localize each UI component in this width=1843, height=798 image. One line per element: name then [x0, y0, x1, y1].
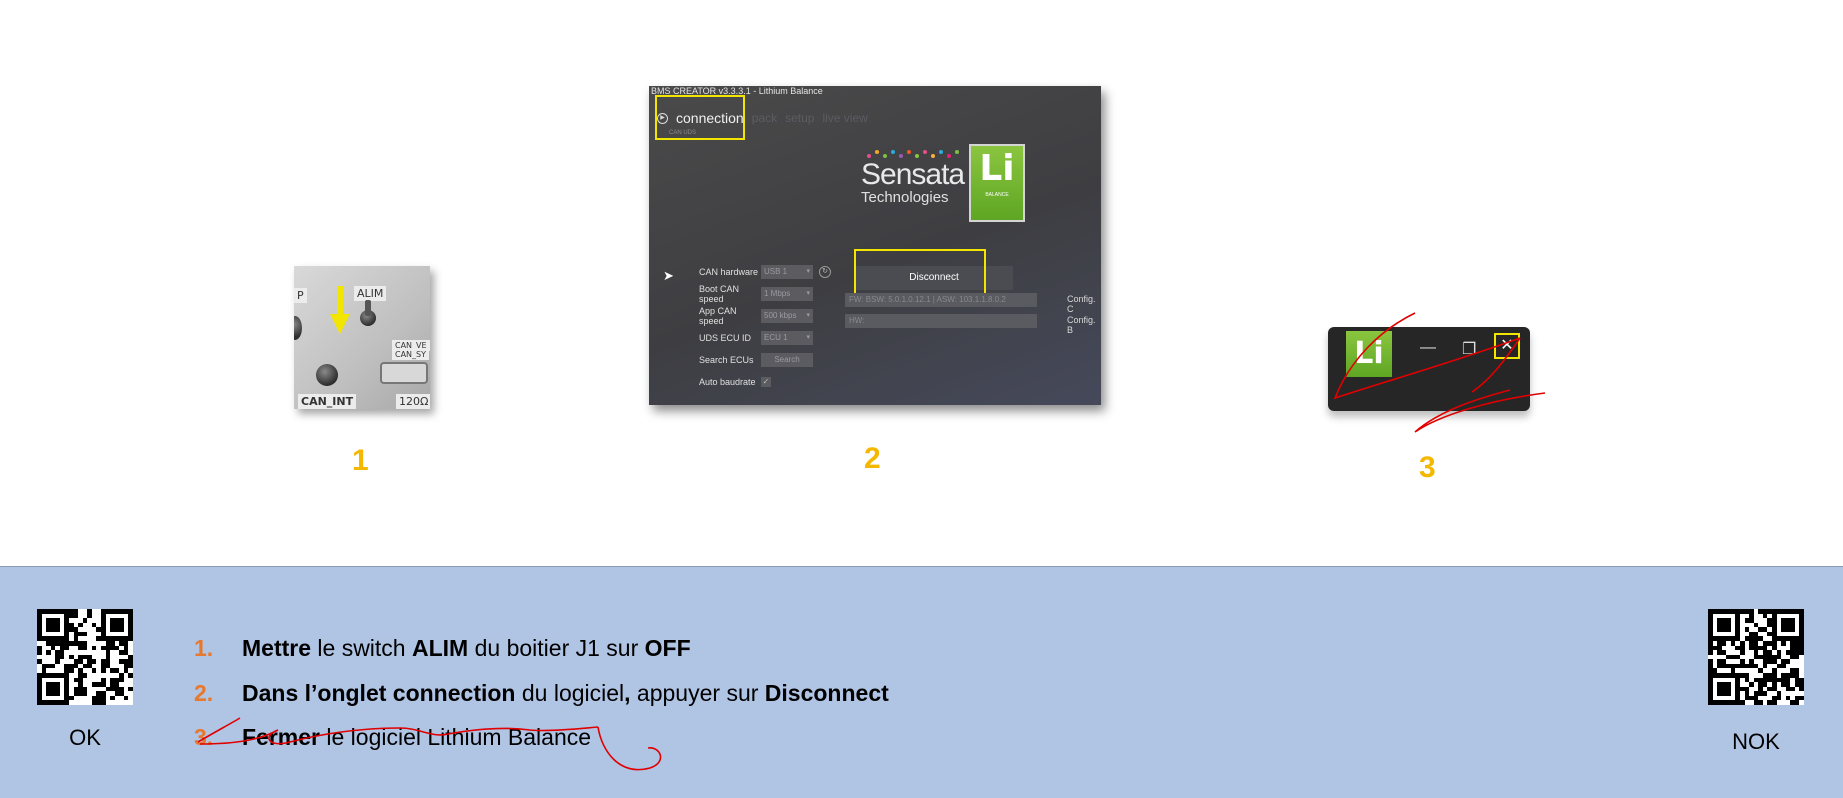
config-label-1: Config. C — [1067, 294, 1096, 314]
connection-highlight-box — [655, 95, 745, 140]
panel-label-can-int: CAN_INT — [298, 394, 357, 409]
form-row-can-hardware: CAN hardware USB 1 ▾ ↻ — [699, 264, 831, 280]
li-app-icon: Li — [1346, 331, 1392, 377]
tab-pack[interactable]: pack — [752, 111, 777, 125]
panel-knob — [316, 364, 338, 386]
uds-ecu-id-select[interactable]: ECU 1 ▾ — [761, 331, 813, 345]
panel-label-alim: ALIM — [354, 286, 387, 301]
app-can-speed-select[interactable]: 500 kbps ▾ — [761, 309, 813, 323]
instruction-2: 2. Dans l’onglet connection du logiciel, … — [194, 680, 889, 706]
photo-switch-panel: P ALIM CAN_VE CAN_SY CAN_INT 120Ω — [294, 266, 430, 409]
photo-window-controls: Li — ❐ ✕ — [1328, 327, 1530, 411]
down-arrow-icon — [330, 286, 350, 334]
toggle-lever — [365, 300, 371, 316]
disconnect-highlight-box — [854, 249, 986, 299]
qr-nok-caption: NOK — [1732, 729, 1780, 754]
tab-live-view[interactable]: live view — [822, 111, 867, 125]
instruction-band: OK 1. Mettre le switch ALIM du boitier J1… — [0, 566, 1843, 798]
step-number-3: 3 — [1419, 451, 1436, 484]
lithium-balance-logo: Li BALANCE — [969, 144, 1025, 222]
form-row-search-ecus: Search ECUs Search — [699, 352, 813, 368]
qr-code-nok[interactable] — [1708, 609, 1804, 705]
dsub-connector — [380, 362, 428, 384]
qr-ok-caption: OK — [69, 725, 101, 750]
search-ecus-button[interactable]: Search — [761, 353, 813, 367]
can-hardware-select[interactable]: USB 1 ▾ — [761, 265, 813, 279]
form-row-auto-baudrate: Auto baudrate ✓ — [699, 377, 771, 387]
auto-baudrate-checkbox[interactable]: ✓ — [761, 377, 771, 387]
sensata-sub-wordmark: Technologies — [861, 189, 949, 206]
qr-module — [1799, 700, 1804, 705]
instruction-1: 1. Mettre le switch ALIM du boitier J1 su… — [194, 635, 691, 661]
photo-software-connection: BMS CREATOR v3.3.3.1 - Lithium Balance ▶… — [649, 86, 1101, 405]
instruction-number: 1. — [194, 635, 214, 661]
instruction-number: 3. — [194, 724, 214, 750]
panel-label-p: P — [294, 288, 307, 303]
instruction-3: 3. Fermer le logiciel Lithium Balance — [194, 724, 592, 750]
instruction-number: 2. — [194, 680, 214, 706]
hw-field: HW: — [845, 314, 1037, 328]
restore-icon[interactable]: ❐ — [1462, 339, 1476, 359]
panel-label-can-sy: CAN_SY — [392, 349, 430, 360]
side-connector — [294, 316, 302, 340]
qr-module — [128, 700, 133, 705]
config-label-2: Config. B — [1067, 315, 1096, 335]
form-row-app-can-speed: App CAN speed 500 kbps ▾ — [699, 306, 813, 326]
sensata-logo: Sensata Technologies — [861, 146, 971, 206]
li-logo-subtext: BALANCE — [985, 192, 1009, 198]
qr-code-ok[interactable] — [37, 609, 133, 705]
li-logo-text: Li — [979, 148, 1015, 189]
mouse-cursor-icon: ➤ — [663, 268, 674, 283]
tab-setup[interactable]: setup — [785, 111, 814, 125]
panel-label-ohm: 120Ω — [396, 394, 430, 409]
step-number-2: 2 — [864, 442, 881, 475]
close-icon[interactable]: ✕ — [1494, 333, 1520, 359]
form-row-uds-ecu-id: UDS ECU ID ECU 1 ▾ — [699, 330, 813, 346]
step-number-1: 1 — [352, 444, 369, 477]
sensata-wordmark: Sensata — [861, 158, 965, 191]
minimize-icon[interactable]: — — [1420, 339, 1436, 357]
form-row-boot-can-speed: Boot CAN speed 1 Mbps ▾ — [699, 284, 813, 304]
fw-field: FW: BSW: 5.0.1.0.12.1 | ASW: 103.1.1.8.0… — [845, 293, 1037, 307]
boot-can-speed-select[interactable]: 1 Mbps ▾ — [761, 287, 813, 301]
refresh-icon[interactable]: ↻ — [819, 266, 831, 278]
